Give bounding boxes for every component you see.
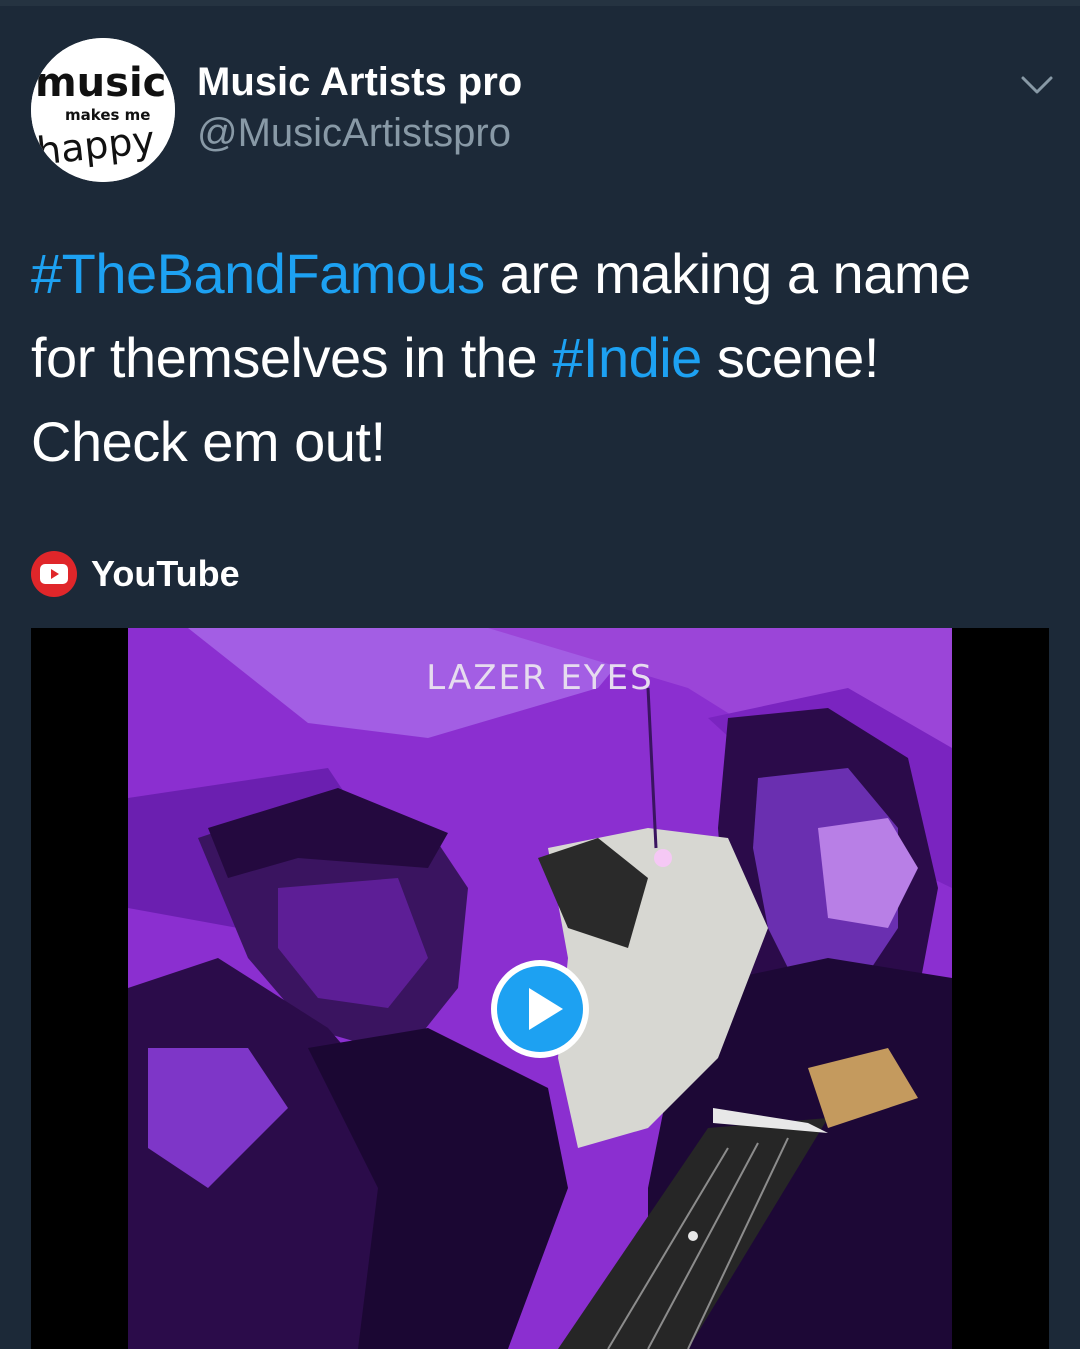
avatar-logo: music makes me happy <box>31 38 175 182</box>
tweet-text-segment: are making a name <box>484 242 971 305</box>
tweet-text-segment: for themselves in the <box>31 326 553 389</box>
author-handle[interactable]: @MusicArtistspro <box>197 111 511 156</box>
card-source-label: YouTube <box>91 553 240 594</box>
tweet-text-line: for themselves in the #Indie scene! <box>31 316 1051 400</box>
hashtag-link[interactable]: #TheBandFamous <box>31 242 485 305</box>
tweet-text-line: Check em out! <box>31 400 1051 484</box>
video-thumbnail[interactable]: LAZER EYES <box>31 628 1049 1349</box>
avatar-text-music: music <box>35 60 166 106</box>
tweet-text-segment: scene! <box>701 326 880 389</box>
top-divider <box>0 0 1080 6</box>
card-source[interactable]: YouTube <box>31 550 240 598</box>
author-avatar[interactable]: music makes me happy <box>31 38 175 182</box>
tweet-text-line: #TheBandFamous are making a name <box>31 232 1051 316</box>
tweet-text-segment: Check em out! <box>31 410 386 473</box>
play-icon[interactable] <box>489 958 591 1060</box>
hashtag-link[interactable]: #Indie <box>552 326 702 389</box>
chevron-down-icon[interactable] <box>1018 68 1056 102</box>
author-display-name[interactable]: Music Artists pro <box>197 60 522 105</box>
album-art-title: LAZER EYES <box>426 658 654 698</box>
tweet-text: #TheBandFamous are making a name for them… <box>31 232 1051 484</box>
youtube-icon <box>31 551 77 597</box>
